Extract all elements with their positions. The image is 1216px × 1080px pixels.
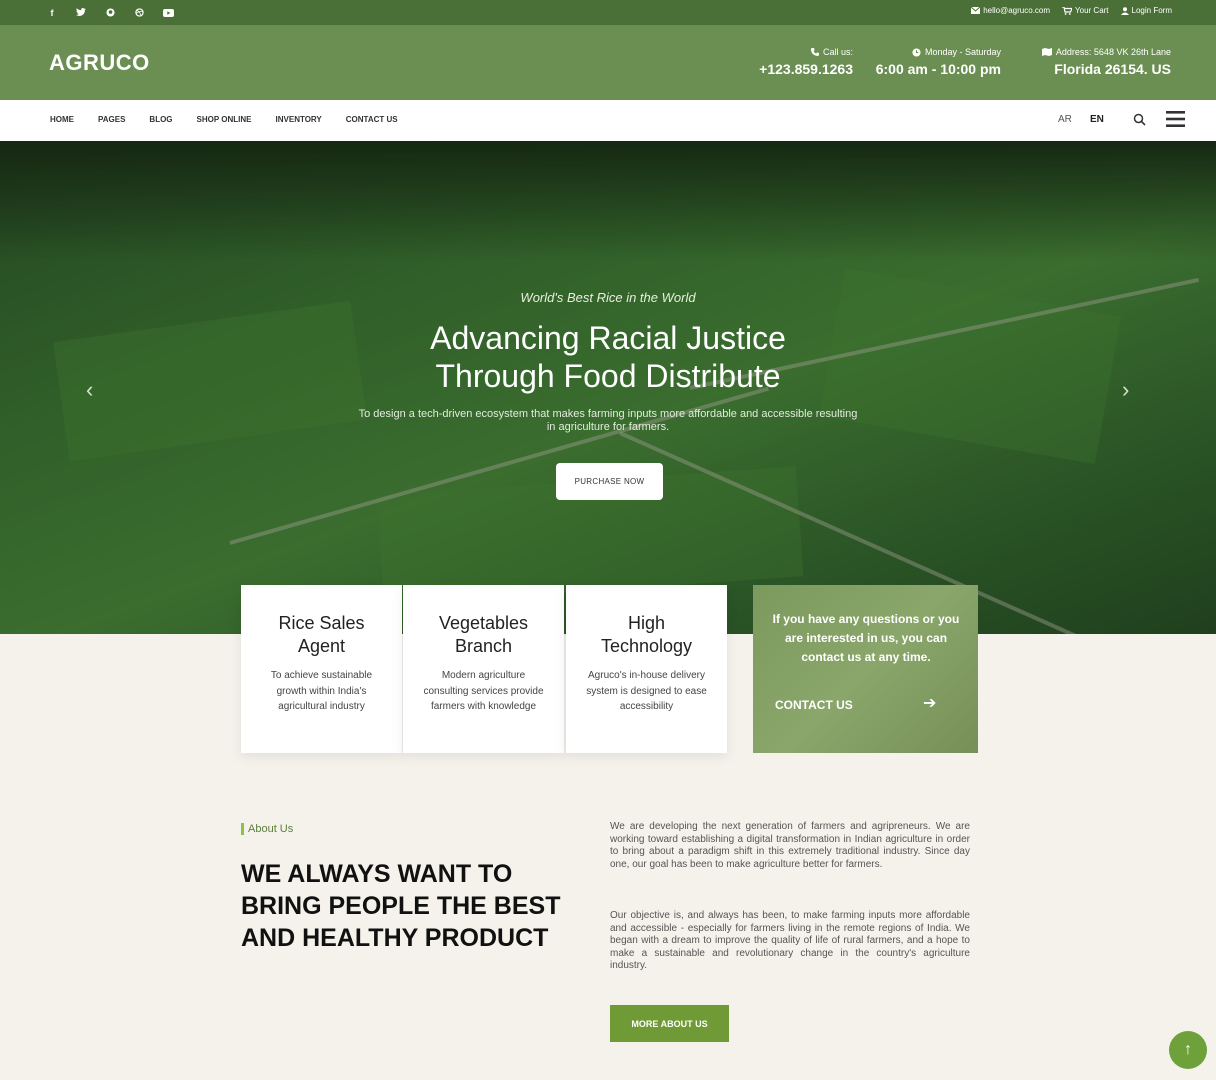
about-kicker: About Us bbox=[241, 823, 293, 835]
about-paragraph: Our objective is, and always has been, t… bbox=[610, 910, 970, 972]
user-icon bbox=[1120, 6, 1129, 15]
hero-kicker: World's Best Rice in the World bbox=[520, 290, 696, 305]
hours-info: Monday - Saturday 6:00 am - 10:00 pm bbox=[860, 47, 1001, 77]
main-nav: HOME PAGES BLOG SHOP ONLINE INVENTORY CO… bbox=[0, 100, 1216, 141]
twitter-icon[interactable] bbox=[73, 5, 89, 20]
hero-slider: ‹ › World's Best Rice in the World Advan… bbox=[0, 141, 1216, 634]
card-title: High Technology bbox=[600, 613, 693, 656]
lang-en[interactable]: EN bbox=[1090, 114, 1104, 125]
nav-item-home[interactable]: HOME bbox=[50, 115, 74, 124]
nav-item-inventory[interactable]: INVENTORY bbox=[276, 115, 322, 124]
address-value: Florida 26154. US bbox=[1054, 61, 1171, 77]
site-header: AGRUCO Call us: +123.859.1263 Monday - S… bbox=[0, 25, 1216, 100]
social-links: f bbox=[44, 5, 176, 20]
hamburger-menu-icon[interactable] bbox=[1166, 111, 1185, 127]
cart-icon bbox=[1062, 6, 1073, 15]
top-bar: f hello@agruco.com Your Cart Login Form bbox=[0, 0, 1216, 25]
hero-title: Advancing Racial Justice Through Food Di… bbox=[430, 320, 786, 394]
hero-description: To design a tech-driven ecosystem that m… bbox=[358, 408, 858, 433]
mail-icon bbox=[971, 7, 981, 14]
contact-card: If you have any questions or you are int… bbox=[753, 585, 978, 753]
github-icon[interactable] bbox=[102, 5, 118, 20]
more-about-us-button[interactable]: MORE ABOUT US bbox=[610, 1005, 729, 1042]
arrow-right-icon[interactable]: ➔ bbox=[923, 693, 936, 713]
about-paragraph: We are developing the next generation of… bbox=[610, 821, 970, 870]
nav-item-pages[interactable]: PAGES bbox=[98, 115, 125, 124]
youtube-icon[interactable] bbox=[160, 5, 176, 20]
top-links: hello@agruco.com Your Cart Login Form bbox=[971, 6, 1172, 15]
lang-ar[interactable]: AR bbox=[1058, 114, 1072, 125]
card-description: Modern agriculture consulting services p… bbox=[423, 670, 544, 712]
card-description: Agruco's in-house delivery system is des… bbox=[586, 670, 707, 712]
back-to-top-arrow-icon[interactable]: ↑ bbox=[1169, 1031, 1207, 1069]
nav-item-contact-us[interactable]: CONTACT US bbox=[346, 115, 398, 124]
nav-item-blog[interactable]: BLOG bbox=[149, 115, 172, 124]
map-icon bbox=[1041, 48, 1052, 56]
card-title: Vegetables Branch bbox=[438, 613, 529, 656]
login-link[interactable]: Login Form bbox=[1120, 6, 1172, 15]
feature-card[interactable]: Vegetables Branch Modern agriculture con… bbox=[403, 585, 564, 753]
facebook-icon[interactable]: f bbox=[44, 5, 60, 20]
feature-card[interactable]: Rice Sales Agent To achieve sustainable … bbox=[241, 585, 402, 753]
card-title: Rice Sales Agent bbox=[278, 613, 365, 656]
nav-item-shop-online[interactable]: SHOP ONLINE bbox=[197, 115, 252, 124]
call-info: Call us: +123.859.1263 bbox=[720, 47, 853, 77]
nav-menu: HOME PAGES BLOG SHOP ONLINE INVENTORY CO… bbox=[50, 115, 422, 124]
contact-card-text: If you have any questions or you are int… bbox=[772, 612, 960, 664]
dribbble-icon[interactable] bbox=[131, 5, 147, 20]
purchase-now-button[interactable]: PURCHASE NOW bbox=[556, 463, 663, 500]
hours-value: 6:00 am - 10:00 pm bbox=[875, 61, 1001, 77]
address-info: Address: 5648 VK 26th Lane Florida 26154… bbox=[1020, 47, 1171, 77]
phone-number[interactable]: +123.859.1263 bbox=[720, 61, 853, 77]
clock-icon bbox=[912, 47, 921, 57]
cart-link[interactable]: Your Cart bbox=[1062, 6, 1109, 15]
site-logo[interactable]: AGRUCO bbox=[49, 50, 150, 76]
feature-card[interactable]: High Technology Agruco's in-house delive… bbox=[566, 585, 727, 753]
email-link[interactable]: hello@agruco.com bbox=[971, 6, 1050, 15]
about-title: WE ALWAYS WANT TO BRING PEOPLE THE BEST … bbox=[241, 860, 561, 952]
contact-us-link[interactable]: CONTACT US bbox=[775, 698, 853, 712]
search-icon[interactable] bbox=[1133, 113, 1146, 126]
card-description: To achieve sustainable growth within Ind… bbox=[270, 670, 373, 712]
phone-icon bbox=[810, 48, 819, 56]
